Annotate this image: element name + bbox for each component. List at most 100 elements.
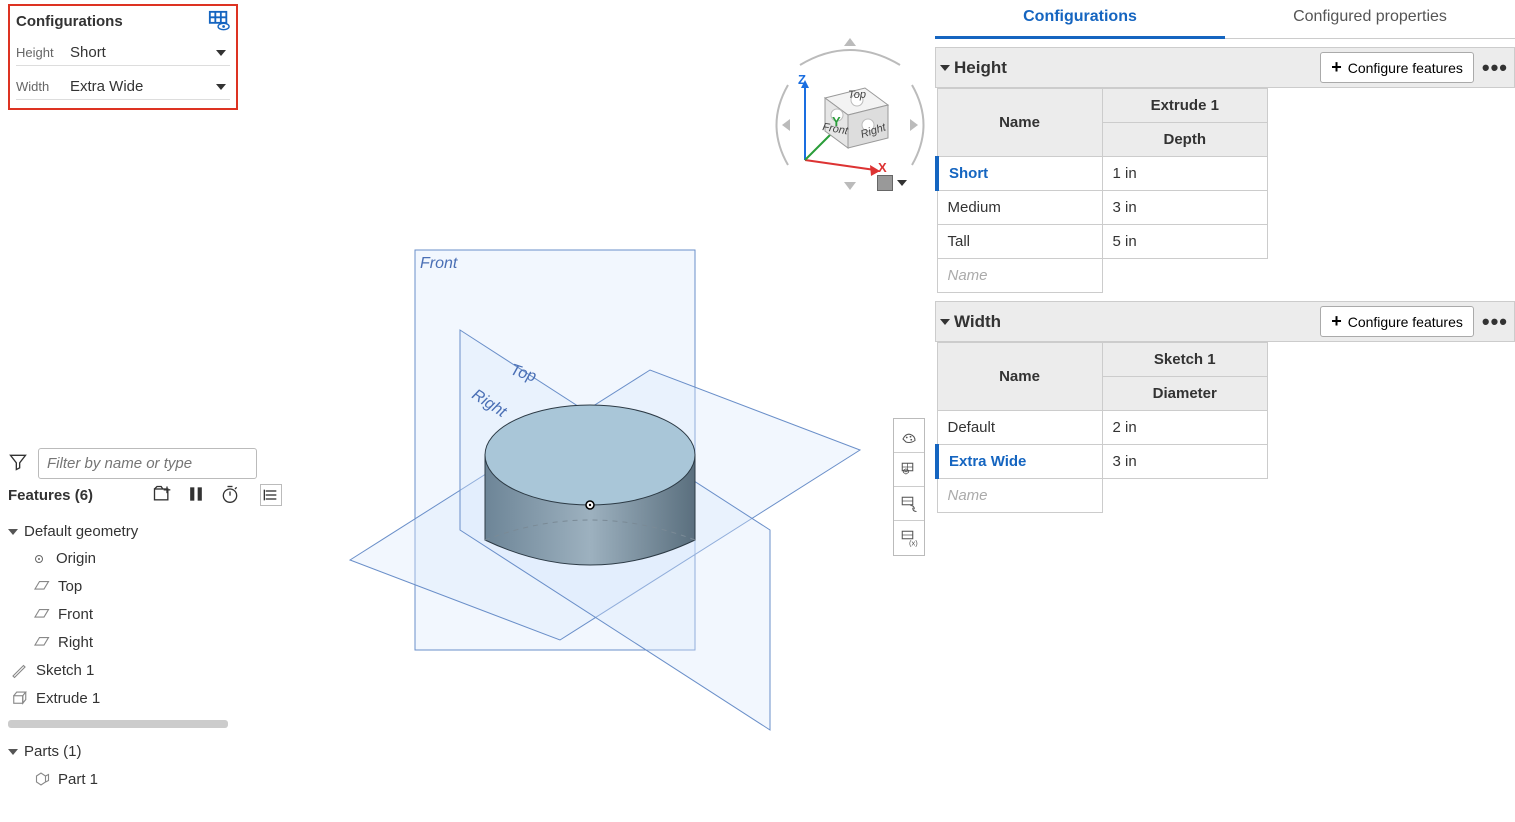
config-height-value: Short: [70, 44, 106, 61]
config-height-select[interactable]: Short: [66, 42, 230, 63]
tree-group-default-geometry[interactable]: Default geometry: [8, 518, 240, 545]
row-name[interactable]: Extra Wide: [937, 445, 1102, 479]
chevron-down-icon: [216, 50, 226, 56]
tree-item-part1[interactable]: Part 1: [8, 765, 240, 793]
features-tools: [152, 484, 240, 507]
config-panel: Configurations Height Short Width Extra …: [8, 4, 238, 110]
plus-icon: +: [1331, 311, 1342, 332]
viewport-tool-strip: (x): [893, 418, 925, 556]
row-name[interactable]: Default: [937, 411, 1102, 445]
tree-item-top[interactable]: Top: [8, 572, 240, 600]
configuration-visibility-icon[interactable]: [208, 10, 230, 32]
row-value[interactable]: 5 in: [1102, 225, 1268, 259]
config-width-label: Width: [16, 79, 66, 94]
render-mode-button[interactable]: [877, 175, 907, 191]
configure-features-label: Configure features: [1348, 314, 1463, 330]
chevron-down-icon: [216, 84, 226, 90]
config-table-height: Name Extrude 1 Depth Short 1 in Medium 3…: [935, 88, 1268, 293]
plane-icon: [32, 577, 50, 595]
tree-item-right[interactable]: Right: [8, 628, 240, 656]
tree-item-origin[interactable]: Origin: [8, 545, 240, 572]
col-name: Name: [937, 89, 1102, 157]
col-param: Depth: [1102, 123, 1268, 157]
tree-label: Default geometry: [24, 523, 138, 540]
chevron-down-icon: [8, 749, 18, 755]
chevron-down-icon: [897, 180, 907, 186]
tab-configurations[interactable]: Configurations: [935, 0, 1225, 39]
section-title: Width: [954, 312, 1001, 332]
tree-label: Extrude 1: [36, 690, 100, 707]
table-row[interactable]: Tall 5 in: [937, 225, 1268, 259]
table-new-row[interactable]: Name: [937, 479, 1268, 513]
configure-features-label: Configure features: [1348, 60, 1463, 76]
chevron-down-icon[interactable]: [940, 319, 950, 325]
tree-scrollbar[interactable]: [8, 720, 228, 728]
feature-tree: Default geometry Origin Top Front Right …: [8, 518, 240, 793]
flat-list-button[interactable]: [260, 484, 282, 506]
col-name: Name: [937, 343, 1102, 411]
pause-icon[interactable]: [186, 484, 206, 507]
configure-features-button[interactable]: + Configure features: [1320, 52, 1474, 83]
config-height-label: Height: [16, 45, 66, 60]
tree-item-sketch1[interactable]: Sketch 1: [8, 656, 240, 684]
row-value[interactable]: 3 in: [1102, 445, 1268, 479]
more-menu-icon[interactable]: •••: [1482, 55, 1508, 81]
row-value[interactable]: 3 in: [1102, 191, 1268, 225]
row-name[interactable]: Short: [937, 157, 1102, 191]
tree-label: Top: [58, 578, 82, 595]
col-param: Diameter: [1102, 377, 1268, 411]
table-row[interactable]: Extra Wide 3 in: [937, 445, 1268, 479]
config-variable-tool-button[interactable]: (x): [894, 521, 924, 555]
chevron-down-icon[interactable]: [940, 65, 950, 71]
config-width-row: Width Extra Wide: [16, 76, 230, 100]
chevron-down-icon: [8, 529, 18, 535]
tree-group-parts[interactable]: Parts (1): [8, 738, 240, 765]
config-section-width: Width + Configure features ••• Name Sket…: [935, 301, 1515, 513]
tab-configured-properties[interactable]: Configured properties: [1225, 0, 1515, 39]
row-value[interactable]: 2 in: [1102, 411, 1268, 445]
tree-item-extrude1[interactable]: Extrude 1: [8, 684, 240, 712]
tree-label: Origin: [56, 550, 96, 567]
table-row[interactable]: Short 1 in: [937, 157, 1268, 191]
right-panel-tabs: Configurations Configured properties: [935, 0, 1515, 39]
row-name[interactable]: Medium: [937, 191, 1102, 225]
tree-label: Front: [58, 606, 93, 623]
add-feature-icon[interactable]: [152, 484, 172, 507]
col-feature: Extrude 1: [1102, 89, 1268, 123]
row-name[interactable]: Tall: [937, 225, 1102, 259]
row-value[interactable]: 1 in: [1102, 157, 1268, 191]
table-row[interactable]: Medium 3 in: [937, 191, 1268, 225]
svg-text:(x): (x): [909, 539, 918, 548]
table-row[interactable]: Default 2 in: [937, 411, 1268, 445]
features-header: Features (6): [8, 484, 240, 507]
sketch-icon: [10, 661, 28, 679]
config-table-tool-button[interactable]: [894, 453, 924, 487]
tree-item-front[interactable]: Front: [8, 600, 240, 628]
stopwatch-icon[interactable]: [220, 484, 240, 507]
config-panel-title: Configurations: [16, 13, 123, 30]
col-feature: Sketch 1: [1102, 343, 1268, 377]
config-width-select[interactable]: Extra Wide: [66, 76, 230, 97]
new-row-placeholder[interactable]: Name: [937, 479, 1102, 513]
features-title: Features (6): [8, 487, 93, 504]
more-menu-icon[interactable]: •••: [1482, 309, 1508, 335]
feature-filter-row: [8, 448, 240, 479]
filter-icon[interactable]: [8, 452, 28, 475]
config-height-row: Height Short: [16, 42, 230, 66]
axis-y-label: Y: [832, 114, 841, 129]
origin-icon: [35, 555, 43, 563]
cube-icon: [877, 175, 893, 191]
configure-features-button[interactable]: + Configure features: [1320, 306, 1474, 337]
appearance-tool-button[interactable]: [894, 419, 924, 453]
tree-label: Part 1: [58, 771, 98, 788]
config-link-tool-button[interactable]: [894, 487, 924, 521]
config-section-height: Height + Configure features ••• Name Ext…: [935, 47, 1515, 293]
plane-label-front: Front: [420, 255, 457, 273]
section-title: Height: [954, 58, 1007, 78]
extrude-icon: [10, 689, 28, 707]
new-row-placeholder[interactable]: Name: [937, 259, 1102, 293]
feature-filter-input[interactable]: [38, 448, 257, 479]
table-new-row[interactable]: Name: [937, 259, 1268, 293]
cube-face-top: Top: [848, 89, 866, 101]
config-width-value: Extra Wide: [70, 78, 143, 95]
